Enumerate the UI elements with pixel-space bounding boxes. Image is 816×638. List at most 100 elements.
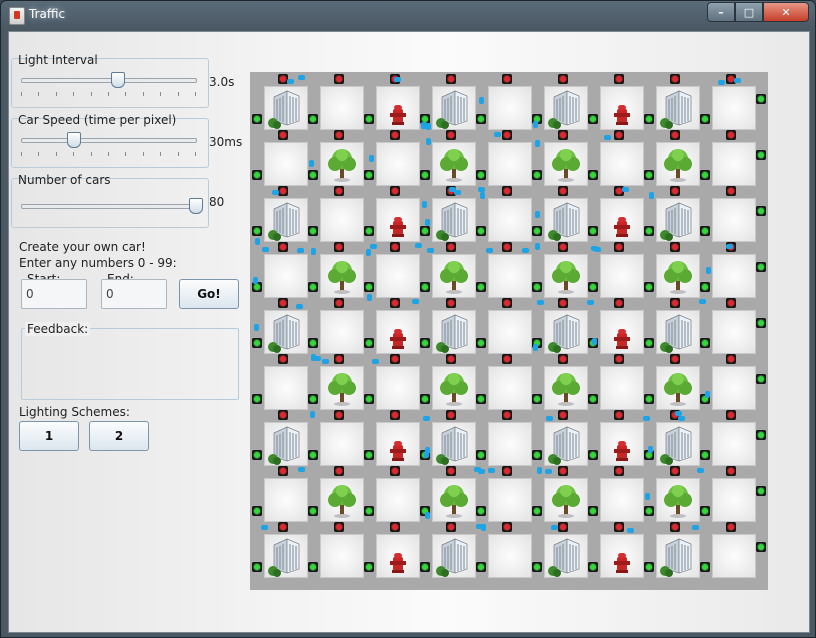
traffic-light-green <box>644 170 654 180</box>
traffic-light-green <box>532 450 542 460</box>
slider-tick <box>73 152 75 156</box>
city-block-office <box>656 86 700 130</box>
traffic-light-red <box>334 298 344 308</box>
traffic-light-red <box>558 74 568 84</box>
office-building-icon <box>265 423 307 465</box>
car-icon <box>675 411 682 416</box>
traffic-grid-map[interactable] <box>250 72 768 590</box>
city-block-empty <box>488 478 532 522</box>
car-icon <box>648 446 653 453</box>
city-block-park <box>544 366 588 410</box>
traffic-light-red <box>278 410 288 420</box>
go-button[interactable]: Go! <box>179 279 239 309</box>
city-block-park <box>320 366 364 410</box>
traffic-light-green <box>476 114 486 124</box>
car-icon <box>522 248 529 253</box>
slider-tick <box>21 92 22 96</box>
city-block-office <box>544 310 588 354</box>
tree-icon <box>657 143 699 185</box>
city-block-hydrant <box>600 534 644 578</box>
city-block-hydrant <box>600 310 644 354</box>
car-icon <box>261 525 268 530</box>
traffic-light-red <box>446 130 456 140</box>
traffic-light-red <box>446 242 456 252</box>
traffic-light-red <box>446 466 456 476</box>
city-block-park <box>656 366 700 410</box>
traffic-light-red <box>558 298 568 308</box>
lighting-scheme-2-button[interactable]: 2 <box>89 421 149 451</box>
close-button[interactable]: ✕ <box>763 2 809 22</box>
traffic-light-red <box>670 186 680 196</box>
traffic-light-red <box>334 466 344 476</box>
traffic-light-red <box>726 130 736 140</box>
traffic-light-green <box>756 374 766 384</box>
car-icon <box>367 294 372 301</box>
tree-icon <box>545 479 587 521</box>
fire-hydrant-icon <box>601 423 643 465</box>
traffic-light-red <box>390 298 400 308</box>
maximize-button[interactable]: □ <box>735 2 763 22</box>
office-building-icon <box>433 199 475 241</box>
traffic-light-red <box>446 522 456 532</box>
slider-tick <box>38 92 40 96</box>
city-block-empty <box>488 310 532 354</box>
city-block-hydrant <box>376 310 420 354</box>
slider-tick <box>55 92 57 96</box>
traffic-light-green <box>700 170 710 180</box>
traffic-light-green <box>252 170 262 180</box>
light-interval-track[interactable] <box>21 78 197 83</box>
slider-tick <box>142 92 144 96</box>
traffic-light-red <box>726 298 736 308</box>
car-icon <box>427 248 434 253</box>
traffic-light-green <box>644 226 654 236</box>
city-block-empty <box>376 366 420 410</box>
number-of-cars-slider-thumb[interactable] <box>189 198 203 214</box>
car-icon <box>262 247 269 252</box>
traffic-light-red <box>614 242 624 252</box>
traffic-light-green <box>756 206 766 216</box>
traffic-light-red <box>614 522 624 532</box>
city-block-empty <box>488 142 532 186</box>
city-block-empty <box>488 254 532 298</box>
traffic-light-green <box>308 282 318 292</box>
title-bar[interactable]: Traffic – □ ✕ <box>1 1 815 29</box>
city-block-empty <box>600 366 644 410</box>
traffic-light-green <box>756 430 766 440</box>
tree-icon <box>657 255 699 297</box>
create-car-heading: Create your own car! <box>19 240 146 254</box>
city-block-hydrant <box>376 534 420 578</box>
start-input[interactable]: 0 <box>21 279 87 309</box>
light-interval-label: Light Interval <box>18 53 98 67</box>
car-speed-track[interactable] <box>21 138 197 143</box>
traffic-light-green <box>756 150 766 160</box>
traffic-light-green <box>700 226 710 236</box>
car-icon <box>426 138 431 145</box>
traffic-light-green <box>420 562 430 572</box>
city-block-empty <box>712 534 756 578</box>
traffic-light-red <box>502 410 512 420</box>
fire-hydrant-icon <box>377 423 419 465</box>
traffic-light-green <box>364 226 374 236</box>
lighting-scheme-1-button[interactable]: 1 <box>19 421 79 451</box>
tree-icon <box>433 367 475 409</box>
city-block-office <box>432 534 476 578</box>
car-icon <box>494 132 501 137</box>
city-block-office <box>656 422 700 466</box>
car-speed-slider-thumb[interactable] <box>67 132 82 148</box>
traffic-light-green <box>308 506 318 516</box>
car-icon <box>537 300 544 305</box>
city-block-empty <box>488 422 532 466</box>
slider-tick <box>160 152 162 156</box>
number-of-cars-track[interactable] <box>21 204 197 209</box>
minimize-button[interactable]: – <box>707 2 735 22</box>
car-icon <box>535 243 540 250</box>
city-block-park <box>432 366 476 410</box>
end-input[interactable]: 0 <box>101 279 167 309</box>
feedback-area[interactable] <box>21 328 239 400</box>
traffic-light-green <box>588 170 598 180</box>
traffic-light-green <box>476 506 486 516</box>
city-block-empty <box>264 254 308 298</box>
light-interval-slider-thumb[interactable] <box>110 72 125 88</box>
city-block-empty <box>488 198 532 242</box>
traffic-light-red <box>446 410 456 420</box>
